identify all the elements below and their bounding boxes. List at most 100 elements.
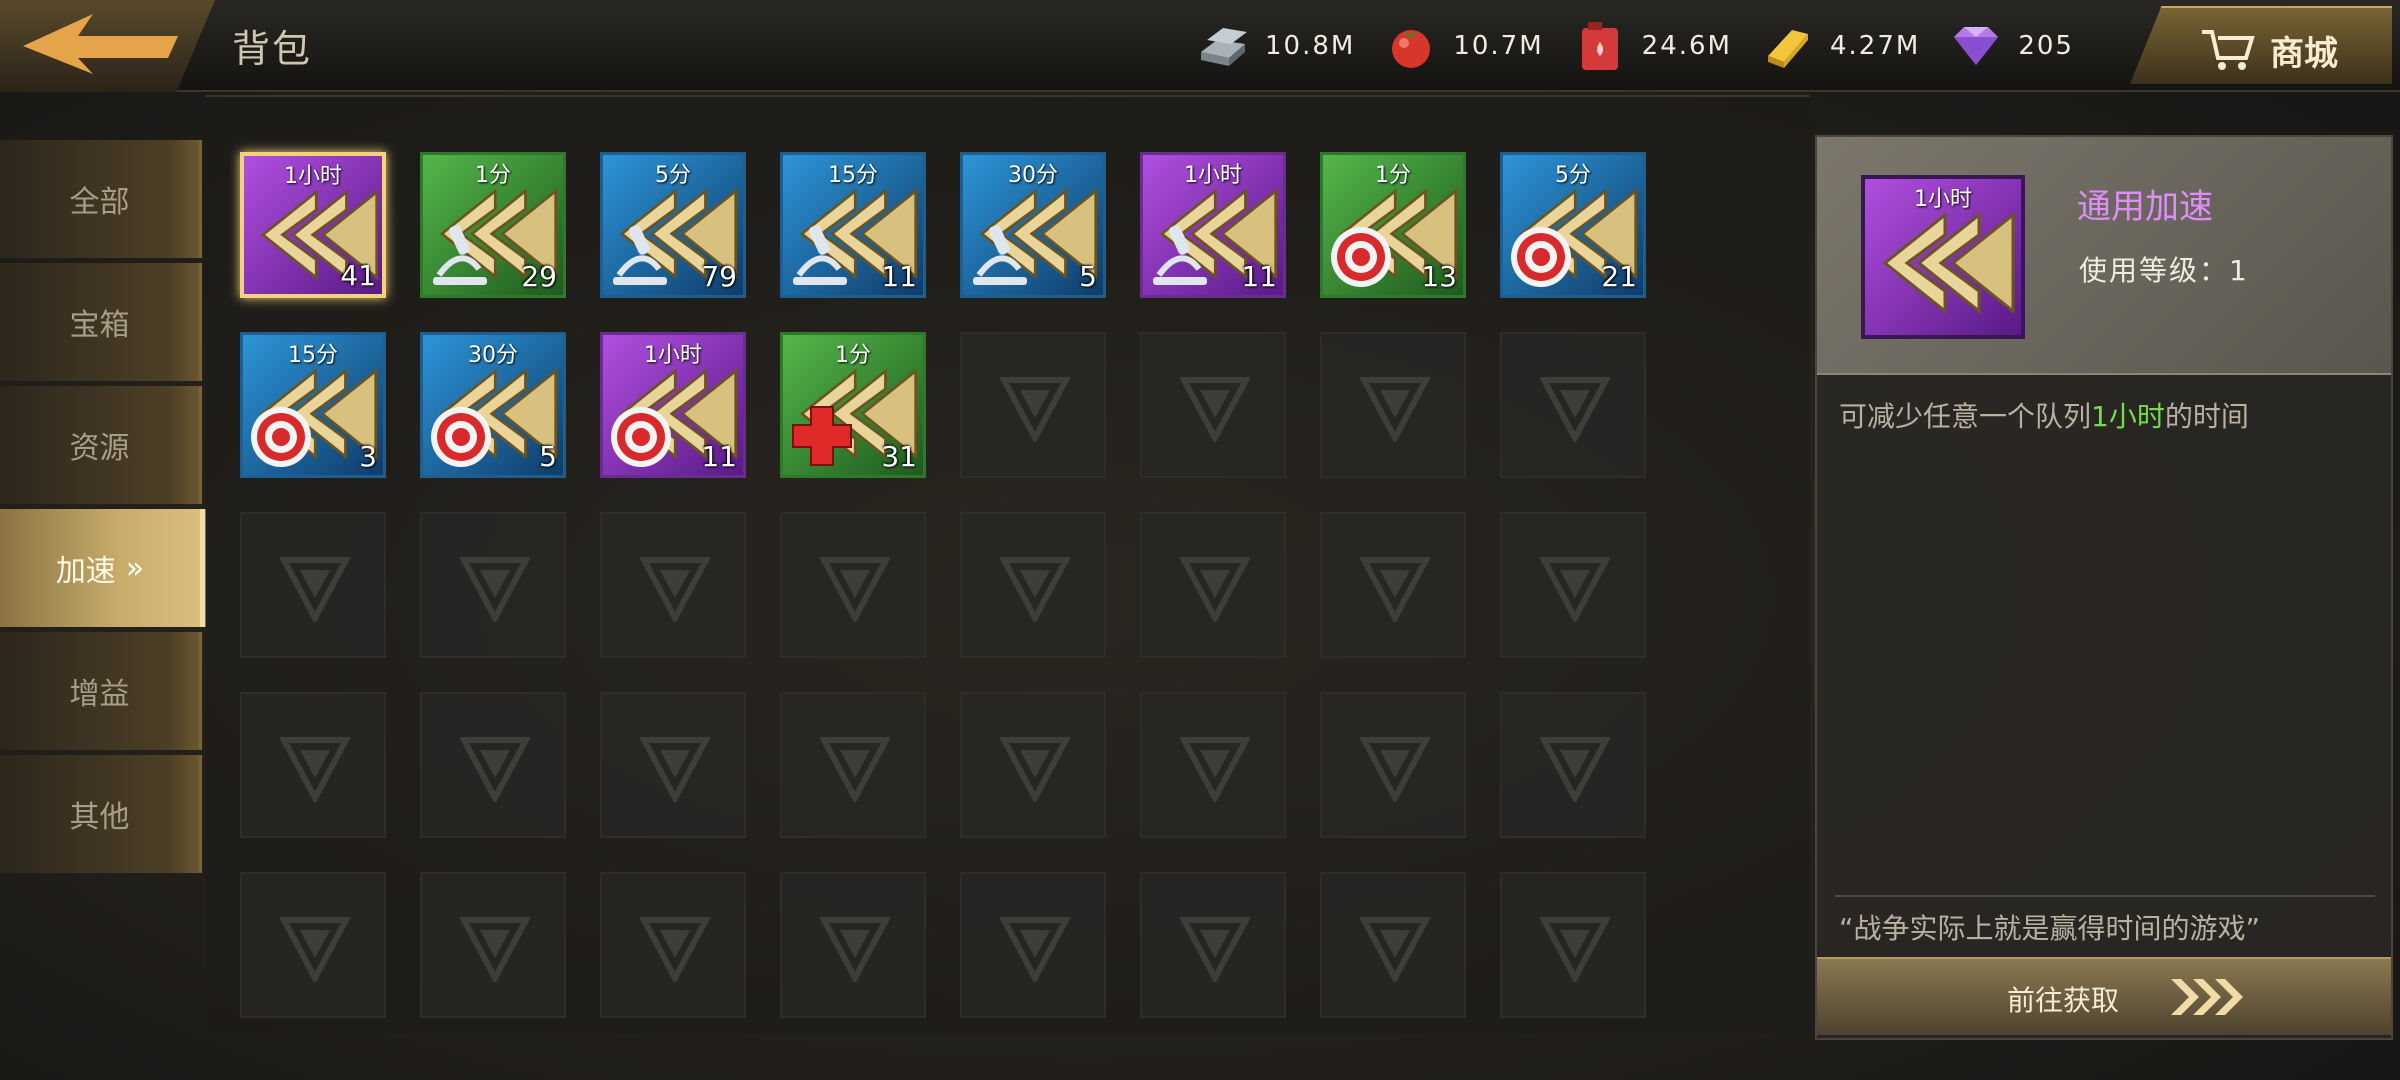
- item-count: 41: [340, 259, 376, 292]
- item-count: 5: [539, 440, 557, 473]
- empty-slot-emblem-icon: [818, 552, 892, 626]
- double-chevron-icon: »: [125, 550, 145, 586]
- inventory-item-slot[interactable]: 5分 21: [1500, 152, 1646, 298]
- nav-item-speedup[interactable]: 加速 »: [0, 509, 206, 627]
- microscope-icon: [973, 225, 1027, 285]
- item-time-label: 1分: [475, 163, 511, 188]
- empty-slot: [240, 512, 386, 658]
- detail-description: 可减少任意一个队列1小时的时间: [1839, 395, 2249, 435]
- item-time-label: 15分: [288, 343, 338, 368]
- detail-item-icon: 1小时: [1861, 175, 2025, 339]
- item-detail-panel: 1小时 通用加速 使用等级：1 可减少任意一个队列1小时的时间 “战争实际上就是…: [1815, 135, 2393, 1040]
- resource-steel[interactable]: 10.8M: [1195, 18, 1355, 74]
- empty-slot-emblem-icon: [638, 912, 712, 986]
- item-count: 13: [1421, 260, 1457, 293]
- detail-header: 1小时 通用加速 使用等级：1: [1817, 137, 2391, 375]
- nav-item-all[interactable]: 全部: [0, 140, 202, 258]
- resource-food[interactable]: 10.7M: [1383, 18, 1543, 74]
- detail-quote: “战争实际上就是赢得时间的游戏”: [1839, 912, 2261, 945]
- microscope-icon: [613, 225, 667, 285]
- empty-slot-emblem-icon: [1178, 912, 1252, 986]
- inventory-item-slot[interactable]: 30分 5: [420, 332, 566, 478]
- empty-slot: [420, 872, 566, 1018]
- resource-value: 10.8M: [1265, 31, 1356, 61]
- resource-oil[interactable]: 24.6M: [1572, 18, 1732, 74]
- empty-slot-emblem-icon: [1538, 372, 1612, 446]
- nav-item-buff[interactable]: 增益: [0, 632, 202, 750]
- empty-slot-emblem-icon: [458, 732, 532, 806]
- empty-slot: [420, 692, 566, 838]
- shop-label: 商城: [2270, 34, 2338, 74]
- nav-label: 资源: [69, 431, 130, 466]
- empty-slot-emblem-icon: [998, 552, 1072, 626]
- empty-slot-emblem-icon: [818, 912, 892, 986]
- tomato-icon: [1383, 18, 1439, 74]
- inventory-item-slot[interactable]: 15分 11: [780, 152, 926, 298]
- empty-slot: [1500, 512, 1646, 658]
- target-icon: [611, 407, 671, 467]
- shop-button[interactable]: 商城: [2130, 6, 2392, 84]
- nav-label: 加速: [55, 554, 116, 589]
- empty-slot-emblem-icon: [1358, 732, 1432, 806]
- inventory-item-slot[interactable]: 1小时 11: [1140, 152, 1286, 298]
- item-count: 29: [521, 260, 557, 293]
- empty-slot: [1320, 512, 1466, 658]
- nav-label: 其他: [69, 800, 130, 835]
- empty-slot-emblem-icon: [998, 372, 1072, 446]
- empty-slot: [600, 512, 746, 658]
- resource-value: 4.27M: [1829, 31, 1921, 61]
- oil-can-icon: [1572, 18, 1628, 74]
- desc-highlight: 1小时: [2091, 400, 2165, 433]
- empty-slot-emblem-icon: [1538, 552, 1612, 626]
- empty-slot-emblem-icon: [818, 732, 892, 806]
- empty-slot-emblem-icon: [1178, 372, 1252, 446]
- divider: [1835, 895, 2375, 897]
- resource-gold[interactable]: 4.27M: [1760, 18, 1920, 74]
- item-count: 79: [701, 260, 737, 293]
- resource-diamond[interactable]: 205: [1948, 18, 2074, 74]
- empty-slot: [240, 692, 386, 838]
- inventory-item-slot[interactable]: 15分 3: [240, 332, 386, 478]
- item-count: 11: [1241, 260, 1277, 293]
- nav-label: 增益: [69, 677, 130, 712]
- empty-slot-emblem-icon: [998, 912, 1072, 986]
- nav-item-resources[interactable]: 资源: [0, 386, 202, 504]
- top-bar: 背包 10.8M 10.7M 24.6M 4.27M 205 商城: [0, 0, 2400, 92]
- empty-slot-emblem-icon: [1178, 552, 1252, 626]
- empty-slot: [960, 692, 1106, 838]
- inventory-item-slot[interactable]: 1分 29: [420, 152, 566, 298]
- go-obtain-button[interactable]: 前往获取: [1817, 957, 2391, 1035]
- empty-slot-emblem-icon: [1358, 912, 1432, 986]
- empty-slot: [780, 872, 926, 1018]
- item-time-label: 1小时: [644, 343, 702, 368]
- item-count: 11: [881, 260, 917, 293]
- item-count: 5: [1079, 260, 1097, 293]
- item-count: 21: [1601, 260, 1637, 293]
- item-time-label: 1小时: [1184, 163, 1242, 188]
- desc-prefix: 可减少任意一个队列: [1839, 400, 2092, 433]
- inventory-item-slot[interactable]: 5分 79: [600, 152, 746, 298]
- empty-slot: [1140, 332, 1286, 478]
- empty-slot: [1500, 332, 1646, 478]
- empty-slot: [960, 872, 1106, 1018]
- nav-item-chest[interactable]: 宝箱: [0, 263, 202, 381]
- item-count: 3: [359, 440, 377, 473]
- inventory-item-slot[interactable]: 30分 5: [960, 152, 1106, 298]
- back-button[interactable]: [0, 0, 215, 92]
- empty-slot: [1140, 512, 1286, 658]
- resource-bar: 10.8M 10.7M 24.6M 4.27M 205: [1195, 0, 2102, 92]
- empty-slot: [1500, 872, 1646, 1018]
- inventory-item-slot[interactable]: 1分 13: [1320, 152, 1466, 298]
- inventory-item-slot[interactable]: 1小时 41: [240, 152, 386, 298]
- inventory-item-slot[interactable]: 1分 31: [780, 332, 926, 478]
- resource-value: 10.7M: [1453, 31, 1544, 61]
- nav-label: 全部: [69, 185, 130, 220]
- empty-slot-emblem-icon: [638, 732, 712, 806]
- empty-slot: [960, 332, 1106, 478]
- inventory-item-slot[interactable]: 1小时 11: [600, 332, 746, 478]
- empty-slot: [1320, 332, 1466, 478]
- empty-slot-emblem-icon: [278, 912, 352, 986]
- nav-item-other[interactable]: 其他: [0, 755, 202, 873]
- empty-slot: [420, 512, 566, 658]
- empty-slot: [780, 692, 926, 838]
